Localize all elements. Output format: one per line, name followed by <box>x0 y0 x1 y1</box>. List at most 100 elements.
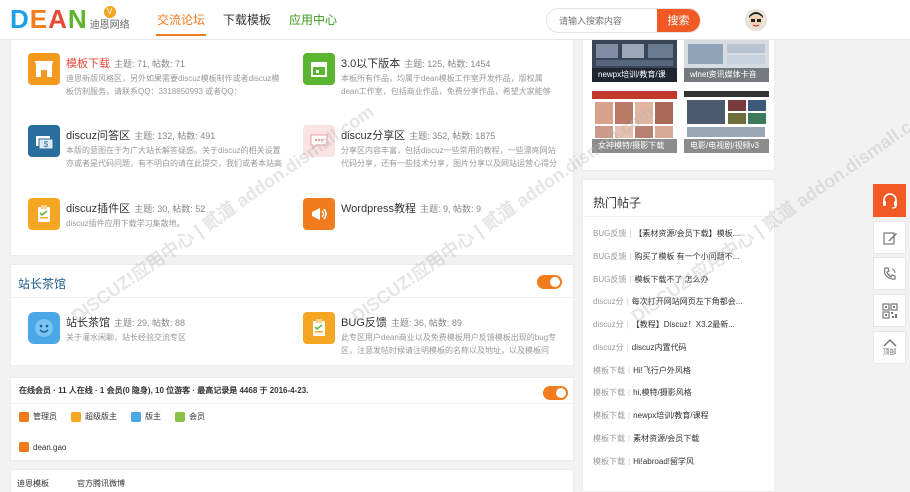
divider <box>583 216 774 217</box>
thumb-caption: newpx培训/教育/课 <box>592 68 677 82</box>
forum-item[interactable]: 站长茶馆 主题: 29, 帖数: 88 关于灌水闲聊，站长经验交流专区 <box>28 312 288 352</box>
forum-name[interactable]: 3.0以下版本 <box>341 58 400 70</box>
thumb-caption: 电影/电视剧/视频v3 <box>684 139 769 153</box>
template-thumb[interactable]: wlnet资讯媒体卡音 <box>684 40 769 82</box>
online-summary: 在线会员 · 11 人在线 · 1 会员(0 隐身), 10 位游客 · 最高记… <box>19 386 309 395</box>
hot-post-item[interactable]: BUG反馈 | 【素材资源/会员下载】模板... <box>593 228 739 239</box>
friend-link[interactable]: 官方腾讯微博 <box>77 478 125 489</box>
forum-stats: 主题: 30, 帖数: 52 <box>134 204 206 214</box>
forum-stats: 主题: 352, 帖数: 1875 <box>409 131 496 141</box>
back-to-top-label: 顶部 <box>882 349 897 356</box>
legend-item-super-mod: 超级版主 <box>71 411 117 422</box>
forum-item[interactable]: 3.0以下版本 主题: 125, 帖数: 1454 本板所有作品，均属于dean模… <box>303 53 563 101</box>
forum-description: 本板所有作品，均属于dean模板工作室开发作品，版权属dean工作室，包括商业作… <box>341 74 551 96</box>
forum-item[interactable]: discuz插件区 主题: 30, 帖数: 52 discuz插件应用下载学习集散… <box>28 198 288 238</box>
back-to-top-icon <box>882 338 897 347</box>
template-thumb[interactable]: 女神模特/摄影下载 <box>592 91 677 153</box>
template-thumb[interactable]: newpx培训/教育/课 <box>592 40 677 82</box>
online-members-panel: 在线会员 · 11 人在线 · 1 会员(0 隐身), 10 位游客 · 最高记… <box>10 377 574 461</box>
forum-description: 分享区内容丰富，包括discuz一些常用的教程，一些漂亮网站代码分享，还有一些技… <box>341 146 557 168</box>
forum-name[interactable]: discuz分享区 <box>341 130 405 142</box>
hot-post-item[interactable]: BUG反馈 | 购买了模板 有一个小问题不... <box>593 251 739 262</box>
shop-icon <box>28 53 60 85</box>
customer-service-button[interactable] <box>873 184 906 217</box>
moderator-icon <box>131 411 141 422</box>
smile-icon <box>28 312 60 344</box>
forum-name[interactable]: discuz插件区 <box>66 203 130 215</box>
forum-item[interactable]: BUG反馈 主题: 36, 帖数: 89 此专区用户dean商业以及免费模板用户反… <box>303 312 563 360</box>
divider <box>11 403 573 404</box>
legend-item-admin: 管理员 <box>19 411 57 422</box>
new-post-button[interactable] <box>873 221 906 254</box>
logo-subtitle: 迪恩网络 <box>89 20 130 31</box>
forum-name[interactable]: discuz问答区 <box>66 130 130 142</box>
friend-link[interactable]: 迪恩模板 <box>17 478 49 489</box>
admin-user-icon <box>19 411 29 422</box>
teahouse-panel: 站长茶馆 站长茶馆 主题: 29, 帖数: 88 关于灌水闲聊，站长经验交流专区 … <box>10 264 574 366</box>
user-avatar[interactable] <box>745 9 767 31</box>
clipboard-icon <box>303 312 335 344</box>
hot-posts-panel: 热门帖子 BUG反馈 | 【素材资源/会员下载】模板... BUG反馈 | 购买了模板 … <box>582 179 775 492</box>
nav-app-center[interactable]: 应用中心 <box>280 0 346 40</box>
forum-name[interactable]: 站长茶馆 <box>66 317 110 329</box>
hot-post-item[interactable]: 模板下载 | 素材资源/会员下载 <box>593 433 699 444</box>
hot-post-item[interactable]: 模板下载 | Hi!飞行户外风格 <box>593 365 691 376</box>
svg-text:$: $ <box>44 140 49 149</box>
edit-icon <box>882 231 897 245</box>
hot-post-item[interactable]: BUG反馈 | 模板下载不了 怎么办 <box>593 274 709 285</box>
forum-name[interactable]: Wordpress教程 <box>341 203 416 215</box>
money-icon: $ <box>28 125 60 157</box>
search-box: 搜索 <box>546 8 701 33</box>
forum-item[interactable]: 模板下载 主题: 71, 帖数: 71 迪恩新版风格区，另外如果需要discuz模… <box>28 53 288 101</box>
site-header: DEAN V 迪恩网络 交流论坛 下载模板 应用中心 搜索 <box>0 0 910 40</box>
forum-description: 迪恩新版风格区，另外如果需要discuz模板制作或者discuz模板仿制服务，请… <box>66 74 280 96</box>
hot-post-item[interactable]: discuz分 | 【教程】Discuz！X3.2最新... <box>593 319 735 330</box>
section-title: 站长茶馆 <box>18 277 67 291</box>
logo-badge: V <box>103 6 116 18</box>
forum-description: 本版的意图在于为广大站长解答疑惑。关于discuz的相关设置亦或者是代码问题，有… <box>66 146 282 168</box>
nav-download-templates[interactable]: 下载模板 <box>214 0 280 40</box>
super-moderator-icon <box>71 411 81 422</box>
section-collapse-toggle[interactable] <box>537 275 562 289</box>
qrcode-icon <box>881 302 898 319</box>
search-button[interactable]: 搜索 <box>657 9 700 32</box>
forum-stats: 主题: 9, 帖数: 9 <box>419 204 481 214</box>
forum-item[interactable]: $ discuz问答区 主题: 132, 帖数: 491 本版的意图在于为广大站长… <box>28 125 288 173</box>
hot-post-item[interactable]: 模板下载 | hi,模特/摄影风格 <box>593 387 692 398</box>
forum-name[interactable]: 模板下载 <box>66 58 110 70</box>
forum-name[interactable]: BUG反馈 <box>341 317 387 329</box>
nav-forum[interactable]: 交流论坛 <box>148 0 214 40</box>
forum-description: discuz插件应用下载学习集散地。 <box>66 219 185 228</box>
main-nav: 交流论坛 下载模板 应用中心 <box>148 0 346 40</box>
online-collapse-toggle[interactable] <box>543 386 568 400</box>
search-input[interactable] <box>547 9 657 32</box>
contact-phone-button[interactable] <box>873 257 906 290</box>
legend-item-mod: 版主 <box>131 411 161 422</box>
hot-post-item[interactable]: 模板下载 | Hi!abroad!留学风 <box>593 456 694 467</box>
friend-links-panel: 迪恩模板 官方腾讯微博 <box>10 469 574 492</box>
template-thumbs-panel: newpx培训/教育/课 wlnet资讯媒体卡音 女神模特/摄影下载 电影/电视… <box>582 40 775 171</box>
forum-stats: 主题: 29, 帖数: 88 <box>114 318 186 328</box>
hot-post-item[interactable]: 模板下载 | newpx培训/教育/课程 <box>593 410 709 421</box>
forum-stats: 主题: 132, 帖数: 491 <box>134 131 216 141</box>
template-thumb[interactable]: 电影/电视剧/视频v3 <box>684 91 769 153</box>
hot-post-item[interactable]: discuz分 | 每次打开网站网页左下角都会... <box>593 296 742 307</box>
megaphone-icon <box>303 198 335 230</box>
thumb-caption: wlnet资讯媒体卡音 <box>684 68 769 82</box>
forum-stats: 主题: 125, 帖数: 1454 <box>404 59 491 69</box>
member-name[interactable]: dean.gao <box>33 443 66 452</box>
member-icon <box>175 411 185 422</box>
forum-list-panel: 模板下载 主题: 71, 帖数: 71 迪恩新版风格区，另外如果需要discuz模… <box>10 40 574 256</box>
member-legend: 管理员 超级版主 版主 会员 <box>19 411 219 422</box>
site-logo[interactable]: DEAN V 迪恩网络 <box>10 6 130 32</box>
clipboard-icon <box>28 198 60 230</box>
hot-post-item[interactable]: discuz分 | discuz内置代码 <box>593 342 686 353</box>
forum-item[interactable]: Wordpress教程 主题: 9, 帖数: 9 <box>303 198 563 238</box>
online-member[interactable]: dean.gao <box>19 442 66 452</box>
phone-icon <box>883 266 896 280</box>
thumb-caption: 女神模特/摄影下载 <box>592 139 677 153</box>
forum-item[interactable]: discuz分享区 主题: 352, 帖数: 1875 分享区内容丰富，包括dis… <box>303 125 563 173</box>
back-to-top-button[interactable]: 顶部 <box>873 331 906 364</box>
qrcode-button[interactable] <box>873 294 906 327</box>
calendar-icon <box>303 53 335 85</box>
